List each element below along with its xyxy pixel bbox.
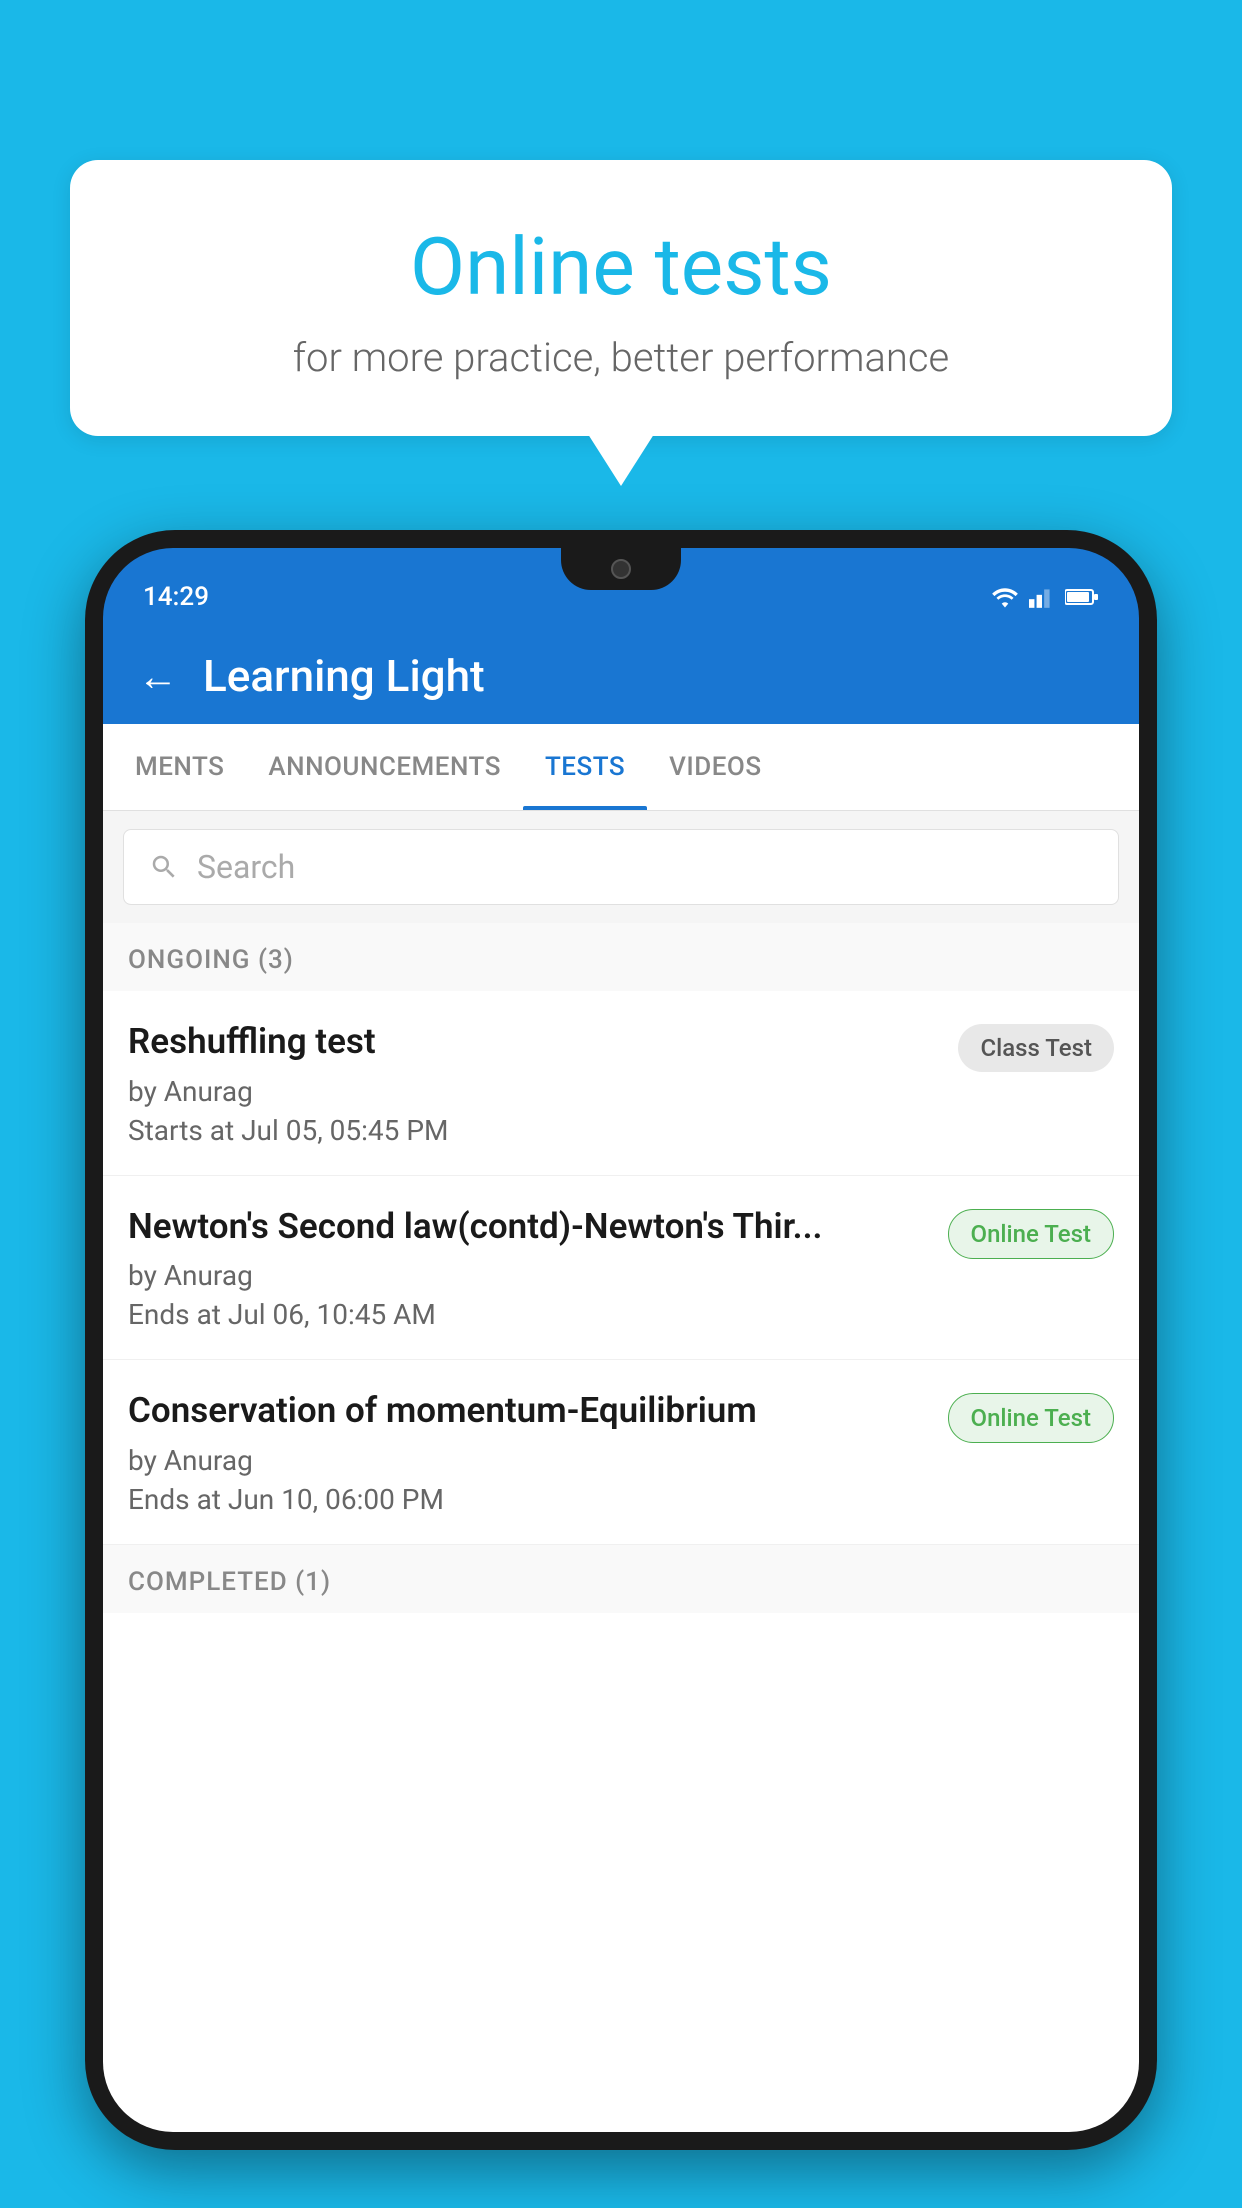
status-time: 14:29 [143,582,209,612]
camera [611,559,631,579]
test-badge-2: Online Test [948,1209,1114,1259]
tab-videos[interactable]: VIDEOS [647,724,783,810]
phone-frame: 14:29 [85,530,1157,2150]
completed-section-header: COMPLETED (1) [103,1545,1139,1613]
app-content: ← Learning Light MENTS ANNOUNCEMENTS TES… [103,628,1139,2132]
test-author-1: by Anurag [128,1075,938,1108]
test-author-3: by Anurag [128,1444,928,1477]
test-title-2: Newton's Second law(contd)-Newton's Thir… [128,1204,928,1250]
notch [561,548,681,590]
search-bar[interactable]: Search [123,829,1119,905]
ongoing-section-header: ONGOING (3) [103,923,1139,991]
test-info-3: Conservation of momentum-Equilibrium by … [128,1388,948,1516]
test-badge-1: Class Test [958,1024,1114,1072]
bubble-subtitle: for more practice, better performance [120,334,1122,381]
test-date-3: Ends at Jun 10, 06:00 PM [128,1483,928,1516]
back-button[interactable]: ← [138,653,178,700]
search-container: Search [103,811,1139,923]
search-icon [149,852,179,882]
tabs-bar: MENTS ANNOUNCEMENTS TESTS VIDEOS [103,724,1139,811]
test-item-1[interactable]: Reshuffling test by Anurag Starts at Jul… [103,991,1139,1176]
tab-ments[interactable]: MENTS [113,724,246,810]
phone-frame-wrapper: 14:29 [85,530,1157,2208]
tab-tests[interactable]: TESTS [523,724,647,810]
battery-icon [1065,586,1099,608]
app-bar: ← Learning Light [103,628,1139,724]
test-info-2: Newton's Second law(contd)-Newton's Thir… [128,1204,948,1332]
search-placeholder: Search [197,848,295,886]
test-badge-3: Online Test [948,1393,1114,1443]
test-info-1: Reshuffling test by Anurag Starts at Jul… [128,1019,958,1147]
test-title-3: Conservation of momentum-Equilibrium [128,1388,928,1434]
test-item-2[interactable]: Newton's Second law(contd)-Newton's Thir… [103,1176,1139,1361]
test-list: Reshuffling test by Anurag Starts at Jul… [103,991,1139,1545]
test-date-2: Ends at Jul 06, 10:45 AM [128,1298,928,1331]
app-bar-title: Learning Light [203,650,485,702]
wifi-icon [991,586,1019,608]
bubble-title: Online tests [120,220,1122,314]
speech-bubble: Online tests for more practice, better p… [70,160,1172,436]
test-author-2: by Anurag [128,1259,928,1292]
test-title-1: Reshuffling test [128,1019,938,1065]
test-date-1: Starts at Jul 05, 05:45 PM [128,1114,938,1147]
status-bar: 14:29 [103,548,1139,628]
test-item-3[interactable]: Conservation of momentum-Equilibrium by … [103,1360,1139,1545]
status-icons [991,586,1099,608]
signal-icon [1029,586,1055,608]
tab-announcements[interactable]: ANNOUNCEMENTS [246,724,523,810]
